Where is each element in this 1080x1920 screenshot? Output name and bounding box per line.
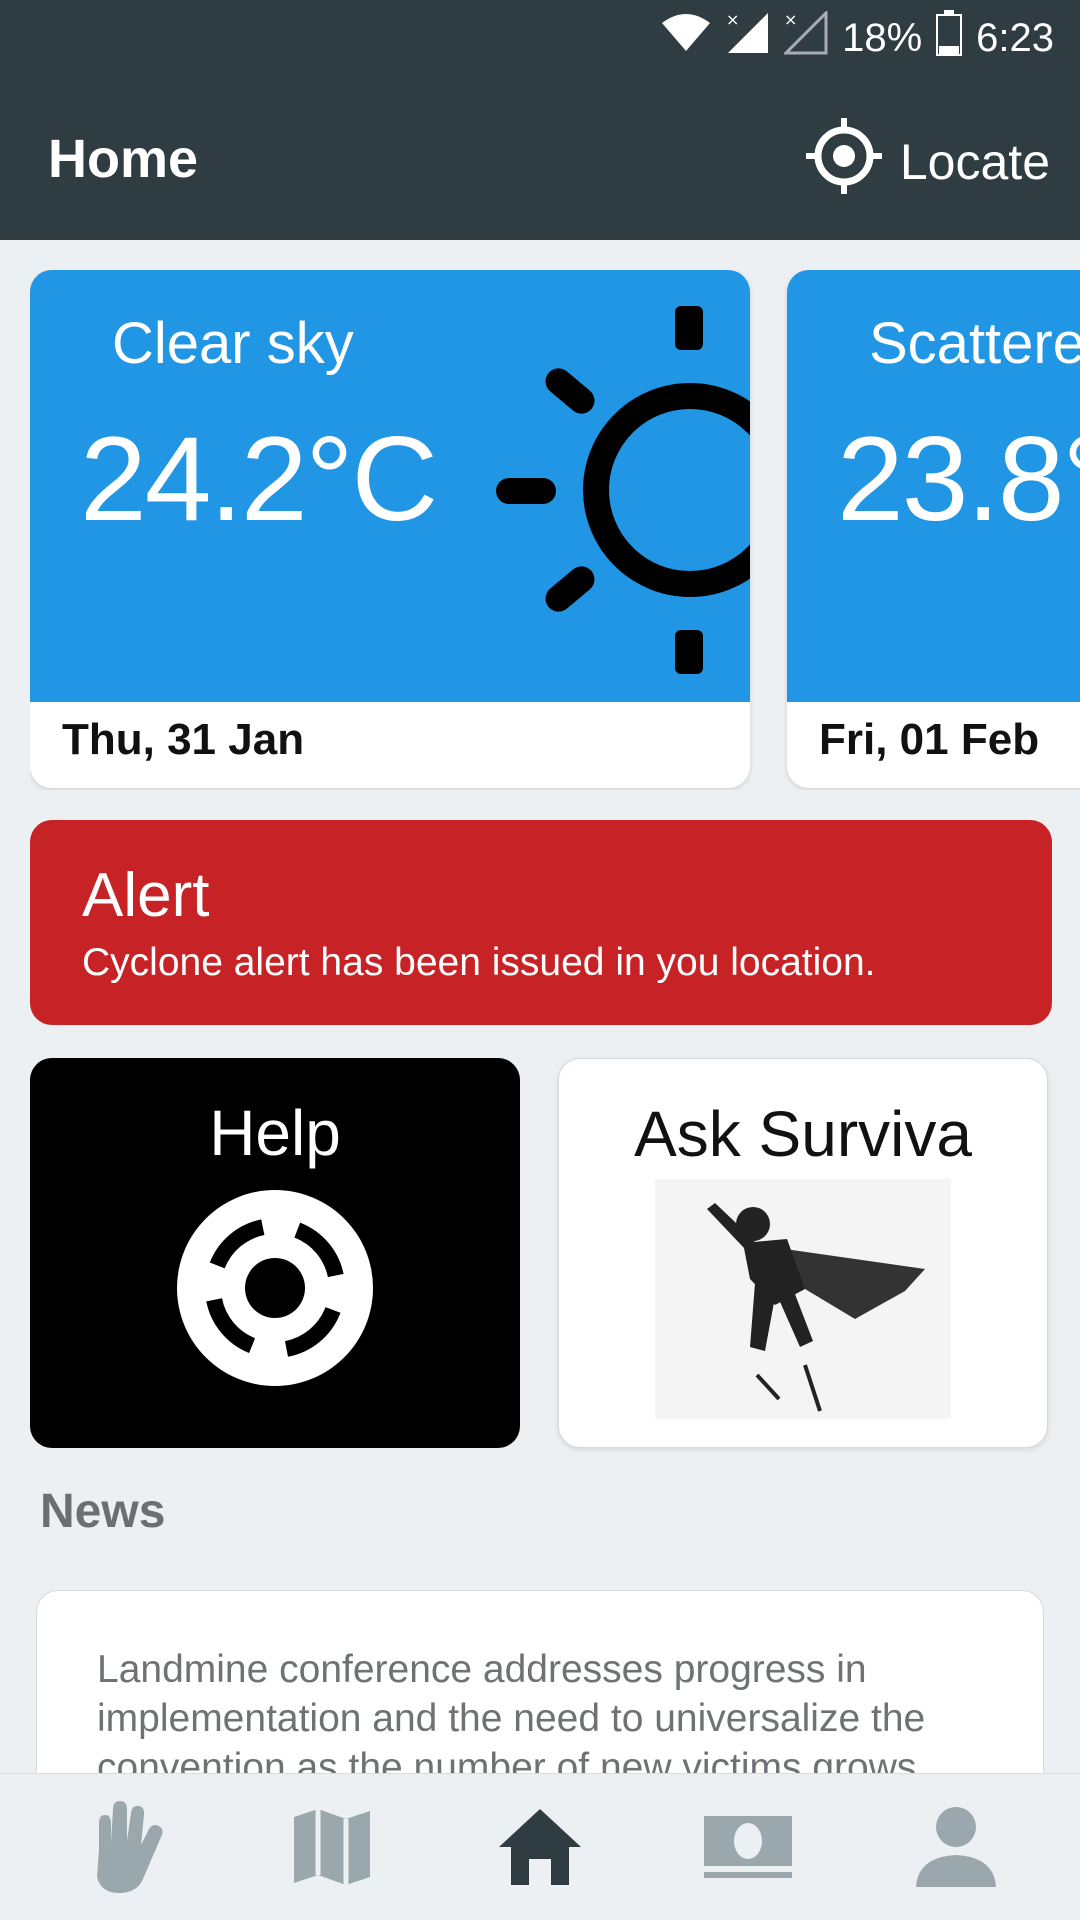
locate-button[interactable]: Locate [804, 116, 1050, 208]
superhero-icon [655, 1179, 951, 1419]
svg-text:×: × [784, 11, 797, 29]
help-label: Help [209, 1097, 341, 1169]
weather-card[interactable]: Clear sky 24.2°C Thu, 31 Jan [30, 270, 750, 788]
ask-surviva-button[interactable]: Ask Surviva [558, 1058, 1048, 1448]
clock: 6:23 [976, 15, 1054, 60]
alert-banner[interactable]: Alert Cyclone alert has been issued in y… [30, 820, 1052, 1025]
battery-percent: 18% [842, 15, 923, 60]
help-button[interactable]: Help [30, 1058, 520, 1448]
signal-icon: × [726, 10, 770, 65]
svg-text:×: × [726, 11, 739, 29]
locate-label: Locate [899, 134, 1050, 190]
hand-icon [97, 1801, 163, 1893]
weather-condition: Scattered [869, 311, 1080, 376]
nav-profile[interactable] [896, 1787, 1016, 1907]
weather-date: Fri, 01 Feb [819, 715, 1040, 764]
crosshair-icon [804, 116, 884, 208]
nav-hand[interactable] [64, 1787, 184, 1907]
lifebuoy-icon [30, 1188, 520, 1393]
weather-card[interactable]: Scattered 23.8° Fri, 01 Feb [787, 270, 1080, 788]
top-bar: × × 18% 6:23 Home Locate [0, 0, 1080, 240]
news-text: Landmine conference addresses progress i… [97, 1648, 926, 1789]
weather-condition: Clear sky [112, 311, 354, 376]
map-icon [294, 1809, 370, 1885]
weather-carousel[interactable]: Clear sky 24.2°C Thu, 31 Jan Scattered 2… [30, 270, 1080, 790]
weather-temperature: 23.8° [837, 412, 1080, 546]
wifi-icon [660, 13, 712, 63]
bottom-nav [0, 1773, 1080, 1920]
nav-home[interactable] [480, 1787, 600, 1907]
alert-title: Alert [82, 861, 210, 930]
nav-map[interactable] [272, 1787, 392, 1907]
signal-empty-icon: × [782, 9, 828, 65]
weather-date: Thu, 31 Jan [62, 715, 305, 764]
alert-message: Cyclone alert has been issued in you loc… [82, 941, 876, 984]
money-icon [704, 1816, 792, 1878]
page-title: Home [48, 129, 199, 189]
ask-surviva-label: Ask Surviva [634, 1098, 972, 1170]
person-icon [916, 1807, 996, 1887]
home-icon [499, 1809, 581, 1885]
news-heading: News [40, 1485, 166, 1538]
battery-icon [936, 10, 963, 66]
weather-temperature: 24.2°C [80, 412, 438, 546]
status-bar: × × 18% 6:23 [660, 9, 1054, 66]
sun-icon [450, 300, 750, 685]
nav-money[interactable] [688, 1787, 808, 1907]
